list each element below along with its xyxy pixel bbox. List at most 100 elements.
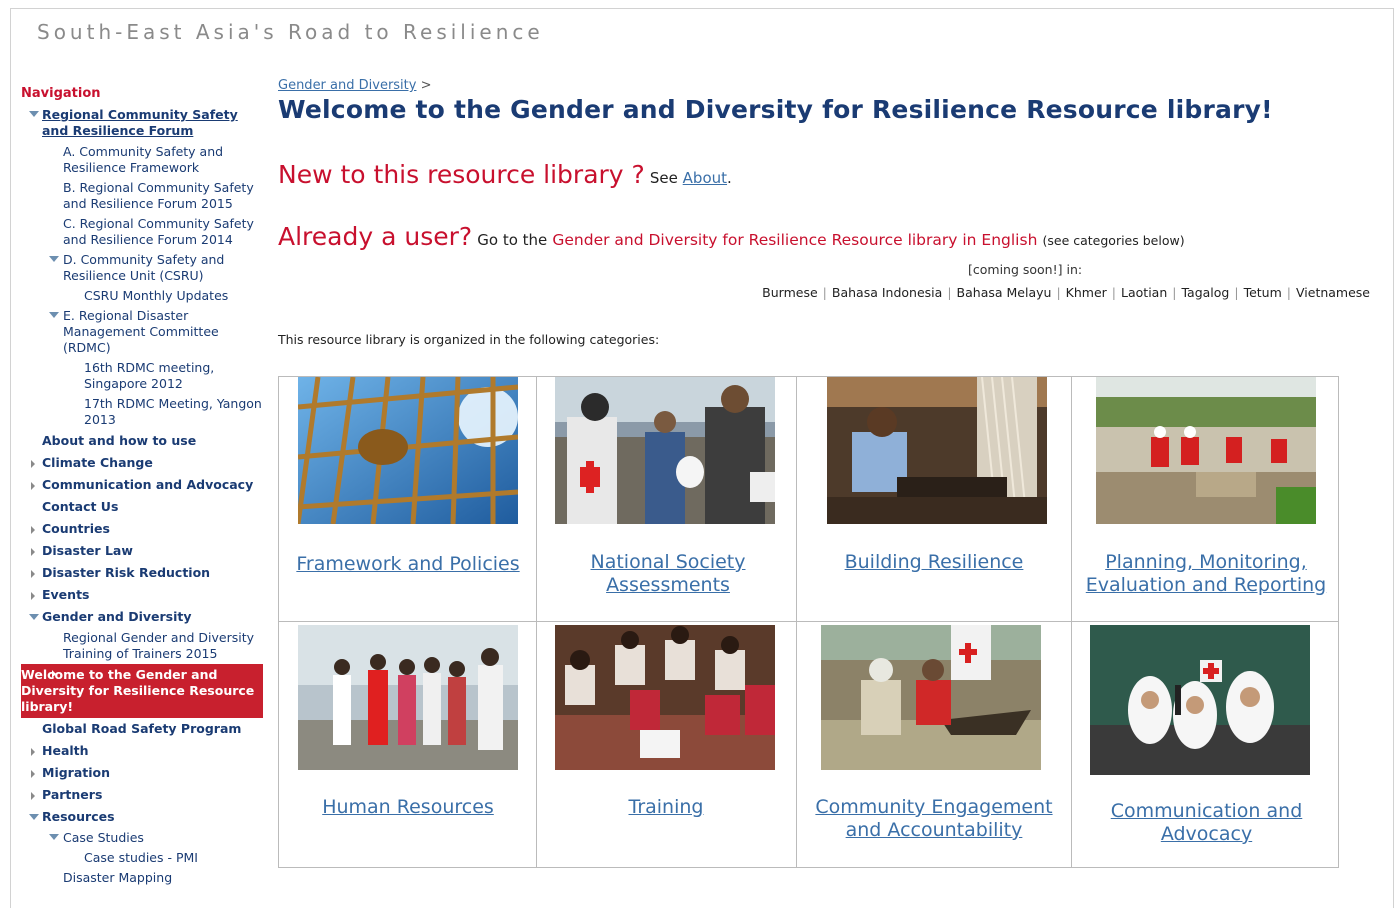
separator: | [1056,285,1061,300]
sidebar-item-rdmc-16th[interactable]: 16th RDMC meeting, Singapore 2012 [21,358,266,394]
sidebar-item-rdmc-17th[interactable]: 17th RDMC Meeting, Yangon 2013 [21,394,266,430]
sidebar-nav: Navigation Regional Community Safety and… [21,86,266,888]
categories-intro: This resource library is organized in th… [278,332,660,347]
see-categories-note: (see categories below) [1042,233,1185,248]
grid-divider [1071,377,1072,867]
sidebar-item-gender-diversity[interactable]: Gender and Diversity [21,606,266,628]
language-vietnamese[interactable]: Vietnamese [1296,285,1370,300]
sidebar-item-health[interactable]: Health [21,740,266,762]
sidebar-item-resources[interactable]: Resources [21,806,266,828]
chevron-down-icon[interactable] [29,614,39,620]
separator: | [1234,285,1239,300]
chevron-right-icon[interactable] [31,570,35,578]
language-khmer[interactable]: Khmer [1066,285,1107,300]
category-grid: Framework and Policies National Society … [278,376,1339,868]
about-link[interactable]: About [683,169,727,187]
sidebar-item-gd-training[interactable]: Regional Gender and Diversity Training o… [21,628,266,664]
grid-divider [796,377,797,867]
volunteers-digging-photo[interactable] [1096,377,1316,524]
radio-studio-photo[interactable] [1090,625,1310,775]
sidebar-item-drr[interactable]: Disaster Risk Reduction [21,562,266,584]
chevron-down-icon[interactable] [29,814,39,820]
sidebar-item-disaster-law[interactable]: Disaster Law [21,540,266,562]
language-tagalog[interactable]: Tagalog [1181,285,1229,300]
language-bahasa-melayu[interactable]: Bahasa Melayu [957,285,1052,300]
page-title: Welcome to the Gender and Diversity for … [278,95,1273,124]
sidebar-item-migration[interactable]: Migration [21,762,266,784]
sidebar-item-communication[interactable]: Communication and Advocacy [21,474,266,496]
sidebar-item-forum-2015[interactable]: B. Regional Community Safety and Resilie… [21,178,266,214]
sidebar-item-csr-framework[interactable]: A. Community Safety and Resilience Frame… [21,142,266,178]
sidebar-item-road-safety[interactable]: Global Road Safety Program [21,718,266,740]
chevron-down-icon[interactable] [49,834,59,840]
site-title: South-East Asia's Road to Resilience [37,20,544,44]
breadcrumb-separator: > [420,78,432,93]
already-user-heading: Already a user? [278,222,473,251]
flood-boat-photo[interactable] [821,625,1041,770]
nav-heading: Navigation [21,86,101,101]
sidebar-item-case-studies[interactable]: Case Studies [21,828,266,848]
chevron-right-icon[interactable] [31,482,35,490]
language-laotian[interactable]: Laotian [1121,285,1167,300]
chevron-right-icon[interactable] [31,548,35,556]
chevron-right-icon[interactable] [31,592,35,600]
weaving-woman-photo[interactable] [827,377,1047,524]
main-content: Gender and Diversity > Welcome to the Ge… [278,78,1378,347]
separator: | [1111,285,1117,300]
sidebar-item-events[interactable]: Events [21,584,266,606]
chevron-right-icon[interactable] [31,526,35,534]
grid-divider [279,621,1338,622]
sidebar-item-csru[interactable]: D. Community Safety and Resilience Unit … [21,250,266,286]
category-pmer-link[interactable]: Planning, Monitoring, Evaluation and Rep… [1076,551,1336,597]
chevron-right-icon[interactable] [31,792,35,800]
chevron-down-icon[interactable] [49,256,59,262]
category-communication-advocacy-link[interactable]: Communication and Advocacy [1099,800,1314,846]
see-text: See [649,169,678,187]
chevron-right-icon[interactable] [31,748,35,756]
sidebar-item-case-studies-pmi[interactable]: Case studies - PMI [21,848,266,868]
chevron-right-icon[interactable] [52,670,56,678]
separator: | [947,285,952,300]
sidebar-item-contact[interactable]: Contact Us [21,496,266,518]
breadcrumb: Gender and Diversity > [278,78,1378,93]
chevron-down-icon[interactable] [29,111,39,117]
relief-distribution-photo[interactable] [555,377,775,524]
sidebar-item-welcome-active[interactable]: Welcome to the Gender and Diversity for … [21,664,263,718]
language-burmese[interactable]: Burmese [762,285,818,300]
sidebar-item-regional-forum[interactable]: Regional Community Safety and Resilience… [21,105,266,142]
sidebar-item-csru-updates[interactable]: CSRU Monthly Updates [21,286,266,306]
coming-soon-text: [coming soon!] in: [968,262,1083,277]
chevron-right-icon[interactable] [31,770,35,778]
grid-divider [536,377,537,867]
language-list: Burmese | Bahasa Indonesia | Bahasa Melayu | K… [698,285,1370,300]
go-to-text: Go to the [477,231,548,249]
category-framework-policies-link[interactable]: Framework and Policies [284,553,532,576]
chevron-down-icon[interactable] [49,312,59,318]
sidebar-item-forum-2014[interactable]: C. Regional Community Safety and Resilie… [21,214,266,250]
training-circle-photo[interactable] [555,625,775,770]
new-user-line: New to this resource library ? See About… [278,160,732,189]
separator: | [1286,285,1291,300]
english-library-link[interactable]: Gender and Diversity for Resilience Reso… [552,231,1037,249]
breadcrumb-link[interactable]: Gender and Diversity [278,78,416,93]
sidebar-item-disaster-mapping[interactable]: Disaster Mapping [21,868,266,888]
sidebar-item-climate-change[interactable]: Climate Change [21,452,266,474]
category-training-link[interactable]: Training [541,796,791,819]
category-building-resilience-link[interactable]: Building Resilience [809,551,1059,574]
chevron-right-icon[interactable] [31,460,35,468]
language-bahasa-indonesia[interactable]: Bahasa Indonesia [832,285,942,300]
language-tetum[interactable]: Tetum [1244,285,1282,300]
already-user-line: Already a user? Go to the Gender and Div… [278,222,1185,251]
separator: | [1172,285,1177,300]
sidebar-item-countries[interactable]: Countries [21,518,266,540]
separator: | [822,285,827,300]
rope-net-photo[interactable] [298,377,518,524]
sidebar-item-rdmc[interactable]: E. Regional Disaster Management Committe… [21,306,266,358]
category-human-resources-link[interactable]: Human Resources [284,796,532,819]
sidebar-item-about[interactable]: About and how to use [21,430,266,452]
sidebar-item-partners[interactable]: Partners [21,784,266,806]
new-user-heading: New to this resource library ? [278,160,645,189]
people-queue-photo[interactable] [298,625,518,770]
category-community-engagement-link[interactable]: Community Engagement and Accountability [809,796,1059,842]
category-ns-assessments-link[interactable]: National Society Assessments [579,551,757,597]
